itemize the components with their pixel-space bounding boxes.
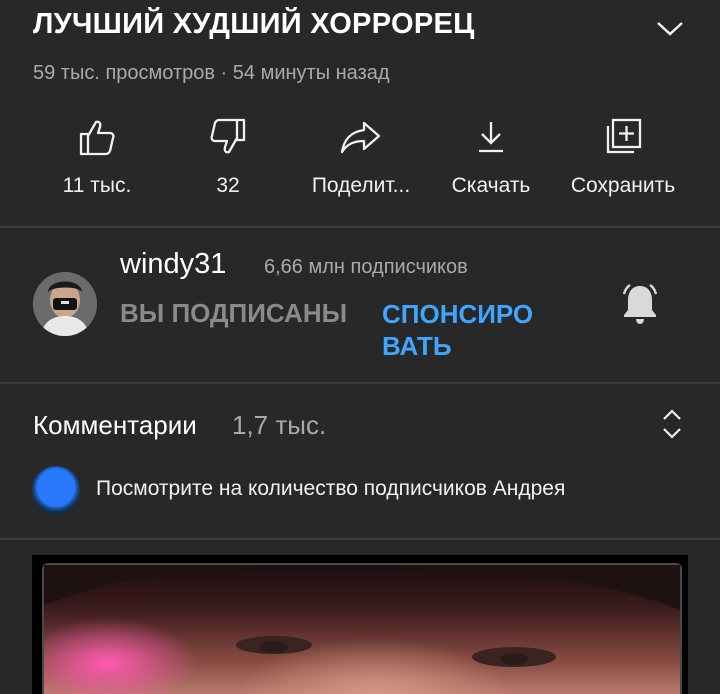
dislike-button[interactable]: 32	[158, 115, 298, 198]
divider	[0, 226, 720, 228]
thumb-down-icon	[210, 118, 246, 154]
share-label: Поделит...	[311, 174, 411, 197]
video-title: ЛУЧШИЙ ХУДШИЙ ХОРРОРЕЦ	[33, 8, 475, 40]
face-image	[44, 565, 680, 667]
comment-preview[interactable]: Посмотрите на количество подписчиков Анд…	[96, 477, 565, 501]
save-label: Сохранить	[570, 174, 676, 197]
like-count: 11 тыс.	[62, 174, 132, 197]
notification-bell-button[interactable]	[620, 282, 660, 326]
share-icon	[340, 121, 381, 154]
commenter-avatar	[32, 466, 80, 514]
notification-bell-icon	[622, 283, 658, 324]
video-thumbnail[interactable]	[32, 555, 688, 694]
unfold-icon	[663, 409, 681, 439]
download-button[interactable]: Скачать	[421, 115, 561, 198]
expand-description-button[interactable]	[655, 14, 685, 44]
video-meta: 59 тыс. просмотров · 54 минуты назад	[33, 62, 390, 84]
comments-count: 1,7 тыс.	[232, 410, 327, 440]
subscriber-count: 6,66 млн подписчиков	[264, 256, 468, 278]
comments-expand-button[interactable]	[660, 408, 684, 440]
action-bar: 11 тыс. 32 Поделит... Скачать Сохранить	[0, 115, 720, 205]
channel-name[interactable]: windy31	[120, 248, 226, 281]
avatar-image	[33, 272, 97, 336]
save-button[interactable]: Сохранить	[553, 115, 693, 198]
thumb-up-icon	[79, 120, 115, 156]
channel-avatar[interactable]	[33, 272, 97, 336]
chevron-down-icon	[657, 22, 683, 36]
divider	[0, 538, 720, 540]
download-icon	[479, 122, 503, 153]
sponsor-button[interactable]: СПОНСИРО ВАТЬ	[382, 298, 552, 362]
share-button[interactable]: Поделит...	[291, 115, 431, 198]
save-playlist-icon	[606, 118, 642, 154]
divider	[0, 382, 720, 384]
subscribed-button[interactable]: ВЫ ПОДПИСАНЫ	[120, 298, 347, 329]
like-button[interactable]: 11 тыс.	[27, 115, 167, 198]
dislike-count: 32	[216, 174, 240, 197]
thumbnail-image	[42, 563, 682, 694]
download-label: Скачать	[451, 174, 531, 197]
comments-title[interactable]: Комментарии	[33, 410, 197, 441]
